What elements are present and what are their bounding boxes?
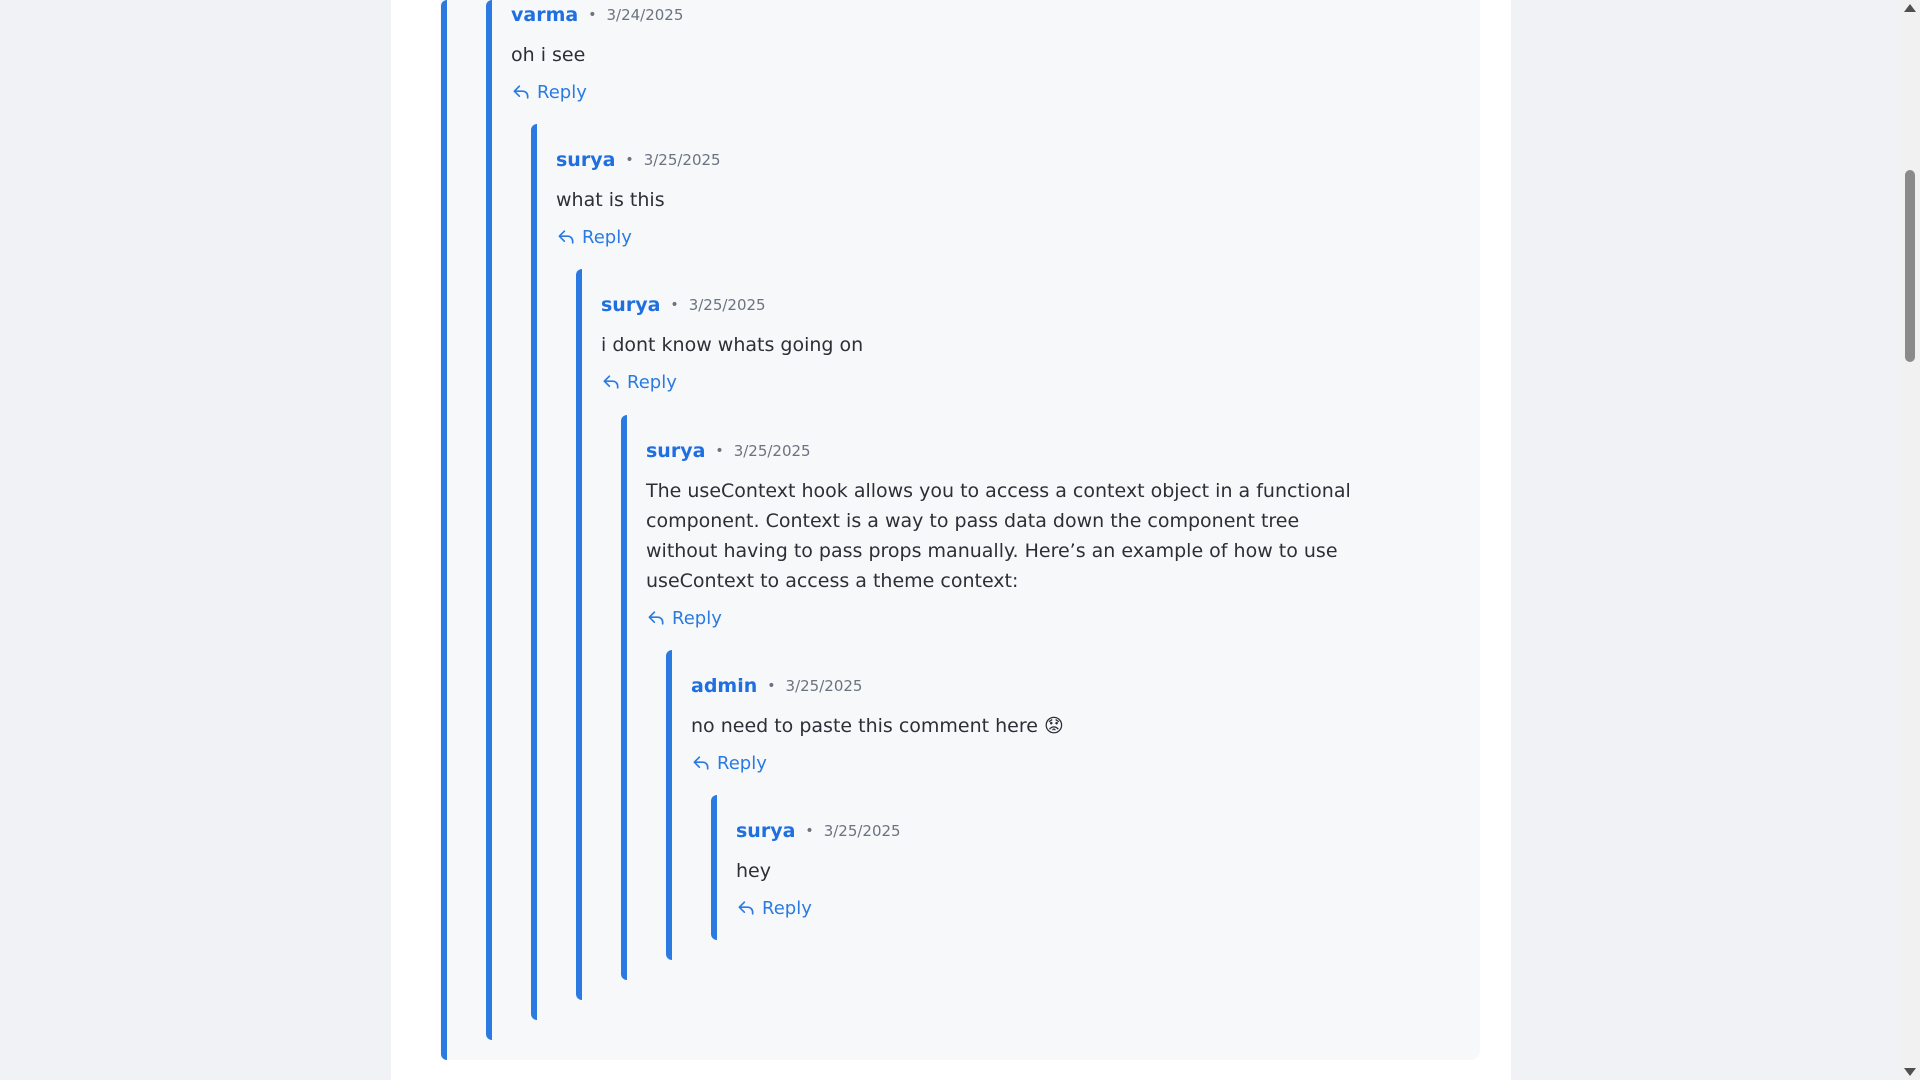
thread-rail-level-6 bbox=[666, 650, 672, 960]
reply-button[interactable]: Reply bbox=[736, 894, 1456, 922]
reply-button[interactable]: Reply bbox=[691, 749, 1411, 777]
comment-meta: surya • 3/25/2025 bbox=[646, 436, 1366, 466]
reply-arrow-icon bbox=[513, 85, 529, 99]
comment-text: oh i see bbox=[511, 44, 586, 66]
reply-arrow-icon bbox=[648, 611, 664, 625]
comment-author[interactable]: surya bbox=[646, 440, 705, 462]
reply-label: Reply bbox=[762, 897, 812, 919]
comment-date: 3/25/2025 bbox=[643, 151, 721, 169]
comment-date: 3/25/2025 bbox=[785, 677, 863, 695]
scroll-down-arrow-icon[interactable] bbox=[1904, 1068, 1916, 1076]
comment: surya • 3/25/2025 what is this Reply bbox=[556, 145, 1276, 251]
comment-meta: admin • 3/25/2025 bbox=[691, 671, 1411, 701]
comment-meta: surya • 3/25/2025 bbox=[556, 145, 1276, 175]
comment-text: no need to paste this comment here 😟 bbox=[691, 715, 1064, 737]
thread-rail-level-1 bbox=[441, 0, 447, 1060]
comment-text: i dont know whats going on bbox=[601, 334, 864, 356]
reply-arrow-icon bbox=[738, 901, 754, 915]
reply-label: Reply bbox=[582, 226, 632, 248]
comment-author[interactable]: varma bbox=[511, 4, 578, 26]
thread-rail-level-5 bbox=[621, 415, 627, 980]
scroll-thumb[interactable] bbox=[1905, 170, 1915, 362]
comment-meta: surya • 3/25/2025 bbox=[736, 816, 1456, 846]
comment-date: 3/25/2025 bbox=[733, 442, 811, 460]
comment-text: hey bbox=[736, 860, 771, 882]
reply-button[interactable]: Reply bbox=[556, 223, 1276, 251]
comment: surya • 3/25/2025 hey Reply bbox=[736, 816, 1456, 922]
comment-meta: surya • 3/25/2025 bbox=[601, 290, 1321, 320]
reply-arrow-icon bbox=[558, 230, 574, 244]
comment: surya • 3/25/2025 The useContext hook al… bbox=[646, 436, 1366, 632]
meta-separator: • bbox=[670, 297, 679, 313]
reply-button[interactable]: Reply bbox=[511, 78, 1231, 106]
scroll-up-arrow-icon[interactable] bbox=[1904, 4, 1916, 12]
thread-rail-level-7 bbox=[711, 795, 717, 940]
reply-button[interactable]: Reply bbox=[601, 368, 1321, 396]
comment: surya • 3/25/2025 i dont know whats goin… bbox=[601, 290, 1321, 396]
reply-label: Reply bbox=[672, 607, 722, 629]
comment-date: 3/25/2025 bbox=[823, 822, 901, 840]
comment-author[interactable]: surya bbox=[736, 820, 795, 842]
comment-date: 3/25/2025 bbox=[688, 296, 766, 314]
comment-date: 3/24/2025 bbox=[606, 6, 684, 24]
page-scrollbar[interactable] bbox=[1900, 0, 1920, 1080]
comment-author[interactable]: surya bbox=[601, 294, 660, 316]
comment-meta: varma • 3/24/2025 bbox=[511, 0, 1231, 30]
comment-text: what is this bbox=[556, 189, 665, 211]
reply-label: Reply bbox=[627, 371, 677, 393]
meta-separator: • bbox=[625, 152, 634, 168]
comment: varma • 3/24/2025 oh i see Reply bbox=[511, 0, 1231, 106]
thread-rail-level-2 bbox=[486, 0, 492, 1040]
reply-button[interactable]: Reply bbox=[646, 604, 1366, 632]
meta-separator: • bbox=[805, 823, 814, 839]
comment-author[interactable]: surya bbox=[556, 149, 615, 171]
reply-arrow-icon bbox=[603, 375, 619, 389]
reply-label: Reply bbox=[537, 81, 587, 103]
comment-author[interactable]: admin bbox=[691, 675, 757, 697]
thread-rail-level-3 bbox=[531, 124, 537, 1020]
comment: admin • 3/25/2025 no need to paste this … bbox=[691, 671, 1411, 777]
thread-rail-level-4 bbox=[576, 269, 582, 1000]
comment-text: The useContext hook allows you to access… bbox=[646, 480, 1351, 592]
meta-separator: • bbox=[767, 678, 776, 694]
reply-label: Reply bbox=[717, 752, 767, 774]
meta-separator: • bbox=[588, 7, 597, 23]
meta-separator: • bbox=[715, 443, 724, 459]
reply-arrow-icon bbox=[693, 756, 709, 770]
